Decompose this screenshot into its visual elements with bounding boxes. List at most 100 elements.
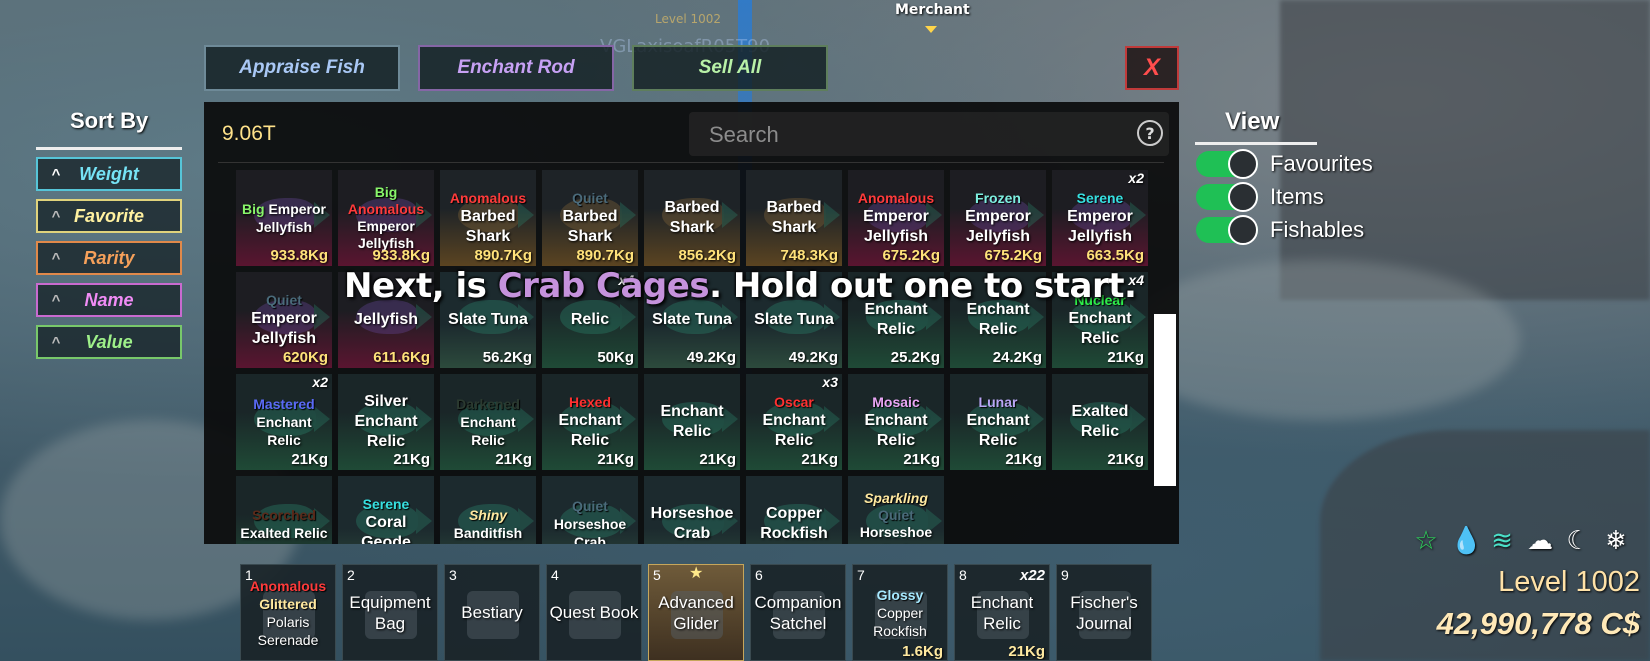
sort-option-label: Name — [84, 289, 134, 310]
inventory-item[interactable]: Horseshoe Crab — [644, 476, 740, 544]
hotbar-slot-7[interactable]: 7 Glossy Copper Rockfish 1.6Kg — [852, 564, 948, 661]
slot-number: 5 — [653, 567, 661, 583]
hotbar-slot-9[interactable]: 9 Fischer's Journal — [1056, 564, 1152, 661]
item-name: Horseshoe Crab — [553, 515, 627, 545]
balance-display: 9.06T — [222, 122, 276, 145]
panel-divider — [218, 162, 1164, 163]
slot-item-name: Fischer's Journal — [1070, 592, 1138, 633]
item-mutation: Big — [374, 184, 398, 200]
toggle-label: Favourites — [1270, 151, 1373, 176]
toggle-switch[interactable] — [1196, 149, 1258, 179]
inventory-item[interactable]: Anomalous Emperor Jellyfish 675.2Kg — [848, 170, 944, 266]
toggle-knob — [1228, 215, 1258, 245]
inventory-item[interactable]: Scorched Exalted Relic — [236, 476, 332, 544]
item-name: Barbed Shark — [562, 207, 618, 245]
inventory-item[interactable]: Oscar Enchant Relic 21Kg x3 — [746, 374, 842, 470]
item-weight: 25.2Kg — [890, 349, 940, 366]
inventory-scrollbar[interactable] — [1154, 314, 1176, 486]
slot-number: 4 — [551, 567, 559, 583]
announcement-prefix: Next, is — [344, 266, 498, 306]
item-name: Enchant Relic — [864, 411, 928, 449]
sort-rarity-button[interactable]: ^ Rarity — [36, 241, 182, 275]
chevron-up-icon: ^ — [51, 207, 61, 225]
toggle-fishables[interactable]: Fishables — [1196, 215, 1364, 245]
sort-weight-button[interactable]: ^ Weight — [36, 157, 182, 191]
search-input[interactable]: Search — [689, 112, 1169, 156]
inventory-item[interactable]: Exalted Relic 21Kg — [1052, 374, 1148, 470]
chevron-up-icon: ^ — [51, 249, 61, 267]
hotbar-slot-4[interactable]: 4 Quest Book — [546, 564, 642, 661]
inventory-item[interactable]: Enchant Relic 21Kg — [644, 374, 740, 470]
item-name: Enchant Relic — [460, 413, 516, 448]
inventory-item[interactable]: Hexed Enchant Relic 21Kg — [542, 374, 638, 470]
inventory-item[interactable]: Quiet Horseshoe Crab — [542, 476, 638, 544]
hotbar-slot-3[interactable]: 3 Bestiary — [444, 564, 540, 661]
slot-number: 9 — [1061, 567, 1069, 583]
hotbar-slot-6[interactable]: 6 Companion Satchel — [750, 564, 846, 661]
inventory-item[interactable]: Mastered Enchant Relic 21Kg x2 — [236, 374, 332, 470]
item-weight: 933.8Kg — [270, 247, 328, 264]
enchant-rod-button[interactable]: Enchant Rod — [418, 45, 614, 91]
equipped-star-icon: ★ — [689, 565, 704, 582]
inventory-item[interactable]: Barbed Shark 856.2Kg — [644, 170, 740, 266]
inventory-item[interactable]: Shiny Banditfish — [440, 476, 536, 544]
item-name: Coral Geode — [361, 513, 411, 545]
item-weight: 21Kg — [699, 451, 736, 468]
toggle-favourites[interactable]: Favourites — [1196, 149, 1373, 179]
sort-favorite-button[interactable]: ^ Favorite — [36, 199, 182, 233]
inventory-item[interactable]: Anomalous Barbed Shark 890.7Kg — [440, 170, 536, 266]
hotbar-slot-5[interactable]: 5 ★ Advanced Glider — [648, 564, 744, 661]
background-sand — [1120, 260, 1520, 420]
slot-number: 8 — [959, 567, 967, 583]
toggle-items[interactable]: Items — [1196, 182, 1324, 212]
chevron-up-icon: ^ — [51, 291, 61, 309]
item-mutation: Darkened — [456, 395, 520, 412]
inventory-item[interactable]: Mosaic Enchant Relic 21Kg — [848, 374, 944, 470]
currency-balance: 42,990,778 C$ — [1436, 606, 1640, 641]
slot-number: 2 — [347, 567, 355, 583]
item-name: Slate Tuna — [652, 311, 732, 328]
inventory-item[interactable]: Serene Coral Geode — [338, 476, 434, 544]
toggle-switch[interactable] — [1196, 215, 1258, 245]
sort-name-button[interactable]: ^ Name — [36, 283, 182, 317]
item-weight: 856.2Kg — [678, 247, 736, 264]
item-count: x2 — [1128, 170, 1144, 186]
inventory-item[interactable]: Silver Enchant Relic 21Kg — [338, 374, 434, 470]
inventory-item[interactable]: Serene Emperor Jellyfish 663.5Kg x2 — [1052, 170, 1148, 266]
sort-by-title: Sort By — [70, 108, 149, 133]
item-weight: 21Kg — [903, 451, 940, 468]
inventory-item[interactable]: Big Anomalous Emperor Jellyfish 933.8Kg — [338, 170, 434, 266]
close-button[interactable]: X — [1125, 46, 1179, 90]
item-mutation: Mastered — [253, 395, 315, 412]
water-drop-icon: 💧 — [1450, 526, 1483, 556]
star-icon: ☆ — [1414, 526, 1438, 556]
item-mutation: Mosaic — [872, 393, 920, 410]
inventory-item[interactable]: Barbed Shark 748.3Kg — [746, 170, 842, 266]
item-weight: 24.2Kg — [992, 349, 1042, 366]
inventory-item[interactable]: Quiet Emperor Jellyfish 620Kg — [236, 272, 332, 368]
inventory-item[interactable]: SparklingQuietHorseshoe Crab — [848, 476, 944, 544]
inventory-item[interactable]: Darkened Enchant Relic 21Kg — [440, 374, 536, 470]
item-name: Copper Rockfish — [760, 505, 828, 542]
appraise-fish-button[interactable]: Appraise Fish — [204, 45, 400, 91]
sort-option-label: Value — [85, 331, 133, 352]
item-name: Enchant Relic — [966, 301, 1030, 338]
inventory-item[interactable]: Frozen Emperor Jellyfish 675.2Kg — [950, 170, 1046, 266]
hotbar-slot-1[interactable]: 1 Anomalous Glittered Polaris Serenade — [240, 564, 336, 661]
inventory-item[interactable]: Lunar Enchant Relic 21Kg — [950, 374, 1046, 470]
item-name: Big Emperor Jellyfish — [236, 200, 332, 236]
inventory-item[interactable]: Quiet Barbed Shark 890.7Kg — [542, 170, 638, 266]
inventory-item[interactable]: Copper Rockfish — [746, 476, 842, 544]
help-icon[interactable]: ? — [1137, 120, 1163, 146]
inventory-item[interactable]: Big Emperor Jellyfish 933.8Kg — [236, 170, 332, 266]
cloud-off-icon: ☁ — [1527, 526, 1553, 556]
sell-all-button[interactable]: Sell All — [632, 45, 828, 91]
slot-item-name: Copper Rockfish — [873, 604, 927, 639]
hotbar-slot-2[interactable]: 2 Equipment Bag — [342, 564, 438, 661]
item-count: x2 — [312, 374, 328, 390]
sort-value-button[interactable]: ^ Value — [36, 325, 182, 359]
hotbar-slot-8[interactable]: 8 Enchant Relic 21Kg x22 — [954, 564, 1050, 661]
item-weight: 890.7Kg — [474, 247, 532, 264]
toggle-switch[interactable] — [1196, 182, 1258, 212]
toggle-knob — [1228, 182, 1258, 212]
